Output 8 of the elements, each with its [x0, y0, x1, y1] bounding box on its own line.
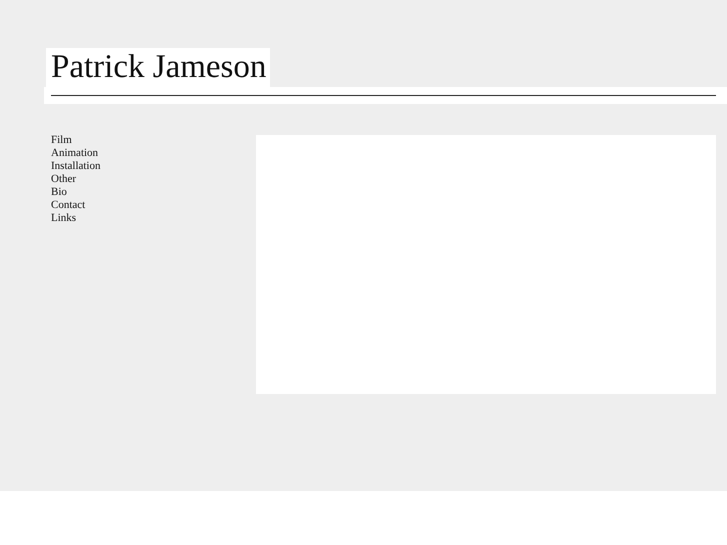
site-title: Patrick Jameson	[46, 48, 270, 87]
nav-link[interactable]: Bio	[51, 186, 256, 199]
nav-link[interactable]: Links	[51, 212, 256, 225]
nav-link[interactable]: Contact	[51, 199, 256, 212]
nav-link[interactable]: Film	[51, 134, 256, 147]
nav-link[interactable]: Other	[51, 173, 256, 186]
nav-link[interactable]: Installation	[51, 160, 256, 173]
nav-link[interactable]: Animation	[51, 147, 256, 160]
